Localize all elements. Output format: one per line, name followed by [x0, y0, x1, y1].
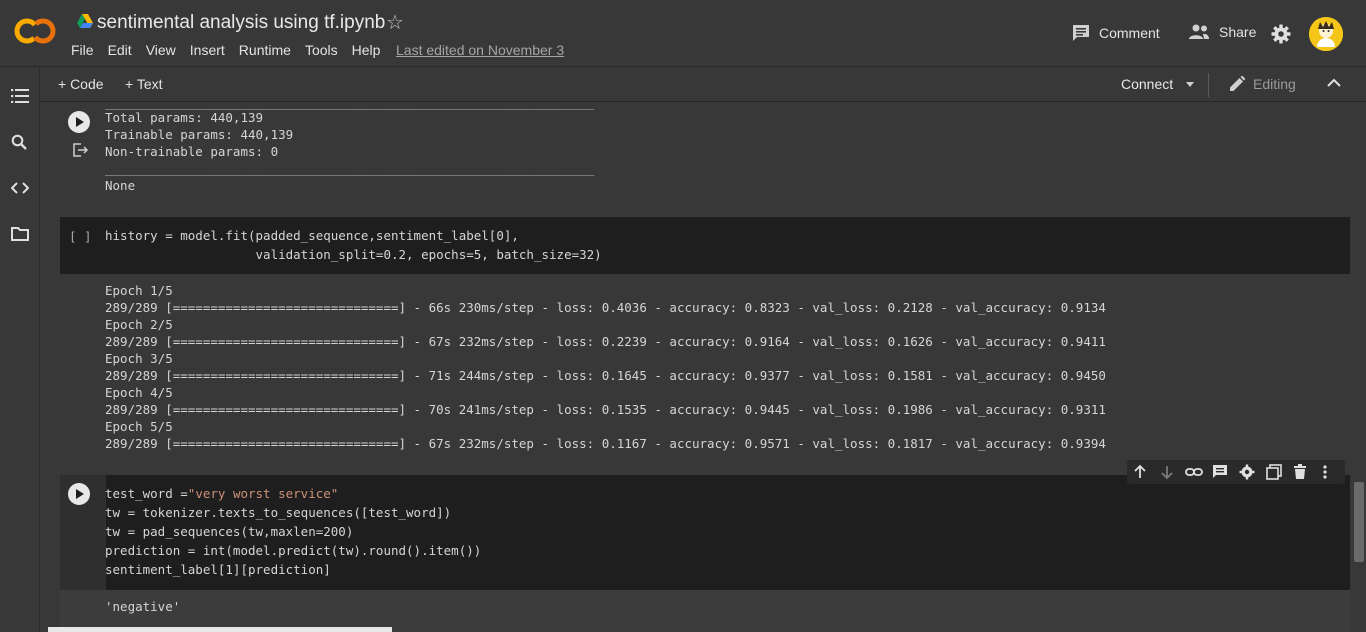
share-button[interactable]: Share	[1188, 24, 1256, 40]
code-token: test_word =	[105, 486, 188, 501]
notebook-title[interactable]: sentimental analysis using tf.ipynb	[97, 12, 385, 34]
epoch-line: Epoch 2/5	[105, 317, 173, 332]
menu-edit[interactable]: Edit	[108, 42, 132, 58]
gear-icon[interactable]	[1239, 464, 1255, 480]
comment-button[interactable]: Comment	[1072, 24, 1160, 42]
epoch-line: Epoch 1/5	[105, 283, 173, 298]
epoch-progress-line: 289/289 [==============================]…	[105, 300, 1106, 315]
prediction-output: 'negative'	[105, 599, 181, 614]
code-snippets-icon[interactable]	[11, 181, 29, 195]
menu-runtime[interactable]: Runtime	[239, 42, 291, 58]
code-line[interactable]: prediction = int(model.predict(tw).round…	[105, 541, 481, 560]
epoch-line: Epoch 4/5	[105, 385, 173, 400]
table-of-contents-icon[interactable]	[11, 89, 29, 103]
chevron-up-icon[interactable]	[1327, 78, 1341, 88]
left-sidebar	[0, 67, 40, 632]
code-line[interactable]: tw = tokenizer.texts_to_sequences([test_…	[105, 503, 451, 522]
epoch-progress-line: 289/289 [==============================]…	[105, 402, 1106, 417]
horizontal-scrollbar[interactable]	[48, 627, 392, 632]
mirror-cell-icon[interactable]	[1266, 464, 1282, 480]
menu-insert[interactable]: Insert	[190, 42, 225, 58]
share-label: Share	[1219, 24, 1257, 40]
run-cell-button[interactable]	[68, 483, 90, 505]
epoch-progress-line: 289/289 [==============================]…	[105, 334, 1106, 349]
comment-icon	[1073, 25, 1089, 41]
code-token: tw = pad_sequences(tw,maxlen=	[105, 524, 324, 539]
link-icon[interactable]	[1185, 464, 1203, 480]
code-number: 200	[323, 524, 346, 539]
add-text-button[interactable]: + Text	[125, 76, 163, 92]
cell-prompt: [ ]	[69, 229, 92, 244]
avatar-image	[1309, 17, 1343, 51]
menu-file[interactable]: File	[71, 42, 94, 58]
menu-bar: File Edit View Insert Runtime Tools Help	[71, 42, 394, 58]
files-icon[interactable]	[11, 227, 29, 241]
pencil-icon	[1230, 76, 1245, 91]
summary-separator: ________________________________________…	[105, 161, 595, 176]
editing-label: Editing	[1253, 76, 1296, 92]
output-line: Non-trainable params: 0	[105, 144, 279, 159]
move-down-icon[interactable]	[1160, 464, 1174, 480]
colab-logo[interactable]	[14, 16, 56, 46]
code-line[interactable]: test_word ="very worst service"	[105, 484, 338, 503]
code-string: "very worst service"	[187, 486, 339, 501]
epoch-progress-line: 289/289 [==============================]…	[105, 368, 1106, 383]
header-bar: sentimental analysis using tf.ipynb ☆ Fi…	[0, 0, 1366, 67]
gear-icon[interactable]	[1271, 24, 1291, 44]
run-cell-button[interactable]	[68, 111, 90, 133]
search-icon[interactable]	[11, 134, 29, 152]
connect-button[interactable]: Connect	[1121, 76, 1173, 92]
menu-tools[interactable]: Tools	[305, 42, 338, 58]
epoch-progress-line: 289/289 [==============================]…	[105, 436, 1106, 451]
avatar[interactable]	[1309, 17, 1343, 51]
scrollbar-thumb[interactable]	[1354, 482, 1364, 562]
toolbar-divider	[1208, 73, 1209, 97]
comment-label: Comment	[1099, 25, 1160, 41]
more-vert-icon[interactable]	[1322, 464, 1328, 480]
output-line: Total params: 440,139	[105, 110, 264, 125]
add-code-button[interactable]: + Code	[58, 76, 104, 92]
comment-icon[interactable]	[1212, 464, 1228, 480]
menu-view[interactable]: View	[146, 42, 176, 58]
code-line[interactable]: validation_split=0.2, epochs=5, batch_si…	[105, 245, 602, 264]
star-icon[interactable]: ☆	[386, 10, 404, 35]
output-none: None	[105, 178, 136, 193]
epoch-line: Epoch 5/5	[105, 419, 173, 434]
chevron-down-icon[interactable]	[1186, 82, 1194, 87]
code-token: )	[345, 524, 354, 539]
drive-icon[interactable]	[77, 14, 93, 28]
code-line[interactable]: history = model.fit(padded_sequence,sent…	[105, 226, 519, 245]
editing-button[interactable]: Editing	[1229, 76, 1296, 92]
output-line: Trainable params: 440,139	[105, 127, 294, 142]
notebook-area: ________________________________________…	[40, 102, 1352, 632]
menu-help[interactable]: Help	[352, 42, 381, 58]
people-icon	[1189, 24, 1209, 39]
epoch-line: Epoch 3/5	[105, 351, 173, 366]
notebook-toolbar: + Code + Text Connect Editing	[40, 67, 1366, 102]
code-line[interactable]: sentiment_label[1][prediction]	[105, 560, 331, 579]
delete-icon[interactable]	[1293, 464, 1307, 480]
last-edited-link[interactable]: Last edited on November 3	[396, 42, 564, 58]
cell-toolbar	[1127, 460, 1345, 484]
output-actions-icon[interactable]	[73, 143, 89, 157]
move-up-icon[interactable]	[1133, 464, 1147, 480]
cell-output-area	[60, 590, 1350, 632]
code-line[interactable]: tw = pad_sequences(tw,maxlen=200)	[105, 522, 353, 541]
